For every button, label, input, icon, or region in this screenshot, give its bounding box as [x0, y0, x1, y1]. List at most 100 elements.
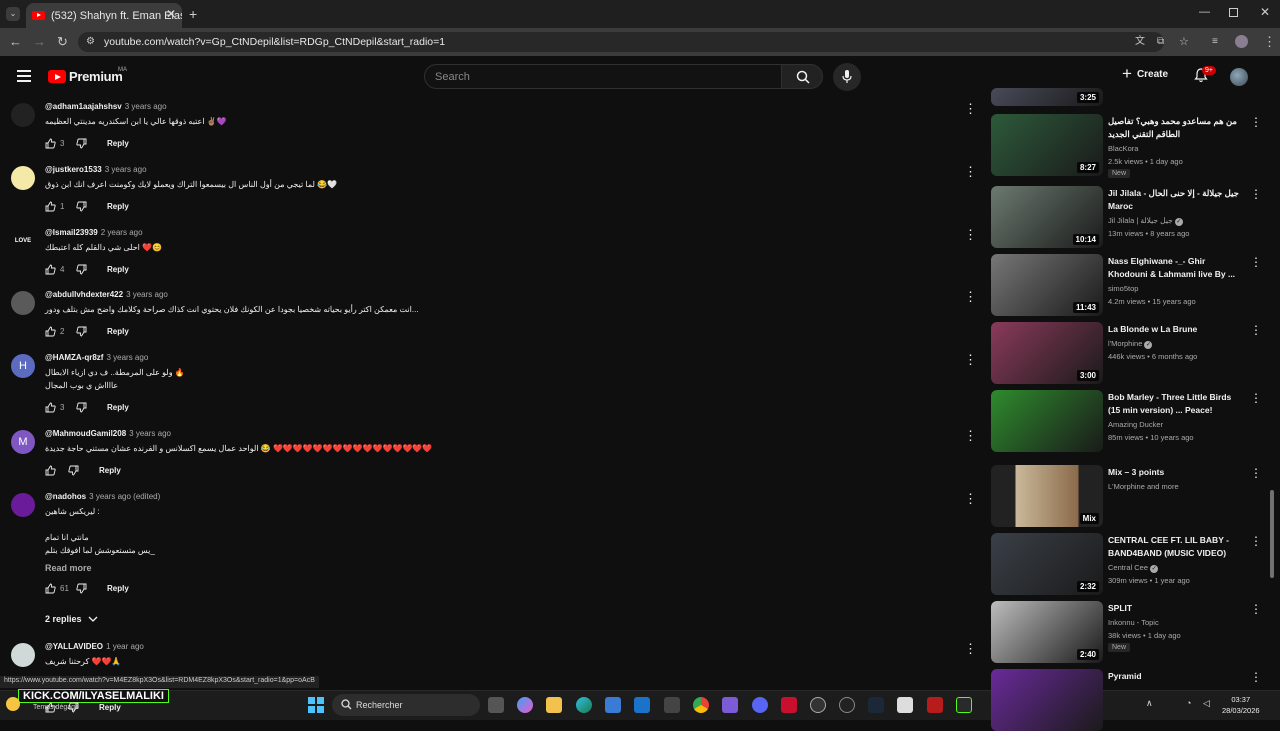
reply-button[interactable]: Reply — [107, 139, 129, 148]
video-more-icon[interactable]: ⋮ — [1250, 670, 1262, 684]
video-thumbnail[interactable]: 3:00 — [991, 322, 1103, 384]
video-title[interactable]: SPLIT — [1108, 602, 1244, 615]
comment-avatar[interactable] — [11, 493, 35, 517]
bookmark-star-icon[interactable]: ☆ — [1179, 35, 1189, 49]
browser-tab[interactable]: (532) Shahyn ft. Eman Elassi - A ✕ — [26, 3, 182, 28]
window-close-icon[interactable]: ✕ — [1260, 5, 1270, 19]
comment-more-icon[interactable]: ⋮ — [964, 492, 977, 505]
chrome-icon[interactable] — [693, 697, 709, 713]
comment-author[interactable]: @HAMZA-qr8zf 3 years ago — [45, 353, 148, 362]
forward-icon[interactable]: → — [33, 35, 46, 49]
store-icon[interactable] — [605, 697, 621, 713]
voice-search-button[interactable] — [833, 63, 861, 91]
comment-handle[interactable]: @nadohos — [45, 492, 86, 501]
comment-author[interactable]: @abdullvhdexter422 3 years ago — [45, 290, 168, 299]
channel-name[interactable]: BlacKora — [1108, 142, 1138, 155]
reply-button[interactable]: Reply — [107, 265, 129, 274]
address-bar[interactable]: youtube.com/watch?v=Gp_CtNDepil&list=RDG… — [78, 32, 1164, 52]
video-more-icon[interactable]: ⋮ — [1250, 255, 1262, 269]
comment-handle[interactable]: @abdullvhdexter422 — [45, 290, 123, 299]
reload-icon[interactable]: ↻ — [57, 35, 68, 49]
tab-close-icon[interactable]: ✕ — [166, 7, 176, 21]
video-title[interactable]: من هم مساعدو محمد وهبي؟ تفاصيل الطاقم ال… — [1108, 115, 1244, 141]
site-info-icon[interactable]: ⚙ — [86, 35, 95, 49]
copilot-icon[interactable] — [517, 697, 533, 713]
channel-name[interactable]: Inkonnu - Topic — [1108, 616, 1159, 629]
video-thumbnail[interactable]: 10:14 — [991, 186, 1103, 248]
minimize-icon[interactable]: — — [1199, 6, 1210, 18]
search-button[interactable] — [781, 64, 823, 89]
task-view-icon[interactable] — [488, 697, 504, 713]
video-title[interactable]: Bob Marley - Three Little Birds (15 min … — [1108, 391, 1244, 417]
comment-author[interactable]: @Ismail23939 2 years ago — [45, 228, 143, 237]
comment-handle[interactable]: @Ismail23939 — [45, 228, 98, 237]
youtube-premium-logo[interactable]: Premium MA — [48, 67, 127, 84]
comment-more-icon[interactable]: ⋮ — [964, 102, 977, 115]
install-icon[interactable]: ⧉ — [1157, 35, 1164, 49]
view-replies-button[interactable]: 2 replies — [45, 614, 98, 624]
app-tile-icon[interactable] — [927, 697, 943, 713]
like-icon[interactable] — [45, 465, 56, 476]
video-more-icon[interactable]: ⋮ — [1250, 323, 1262, 337]
snipping-tool-icon[interactable] — [664, 697, 680, 713]
comment-author[interactable]: @justkero1533 3 years ago — [45, 165, 147, 174]
channel-name[interactable]: Amazing Ducker — [1108, 418, 1163, 431]
media-player-icon[interactable] — [956, 697, 972, 713]
comment-more-icon[interactable]: ⋮ — [964, 228, 977, 241]
read-more-link[interactable]: Read more — [45, 563, 92, 573]
comment-avatar[interactable] — [11, 643, 35, 667]
tray-chevron-up-icon[interactable]: ∧ — [1146, 698, 1153, 709]
comment-avatar[interactable]: LOVE — [11, 229, 35, 253]
dislike-icon[interactable] — [76, 583, 87, 594]
like-icon[interactable] — [45, 702, 56, 713]
steam-icon[interactable] — [868, 697, 884, 713]
video-more-icon[interactable]: ⋮ — [1250, 602, 1262, 616]
taskbar-clock[interactable]: 03:37 28/03/2026 — [1222, 694, 1260, 716]
channel-name[interactable]: Jil Jilala | جيل جيلالة ✓ — [1108, 214, 1183, 227]
scrollbar-thumb[interactable] — [1270, 490, 1274, 578]
hamburger-menu-icon[interactable] — [17, 70, 31, 82]
video-title[interactable]: Mix – 3 points — [1108, 466, 1244, 479]
dislike-icon[interactable] — [76, 402, 87, 413]
dislike-icon[interactable] — [76, 138, 87, 149]
reading-list-icon[interactable]: ≡ — [1212, 35, 1218, 49]
edge-icon[interactable] — [576, 697, 592, 713]
video-more-icon[interactable]: ⋮ — [1250, 115, 1262, 129]
browser-menu-icon[interactable]: ⋮ — [1263, 35, 1276, 49]
video-title[interactable]: Pyramid — [1108, 670, 1244, 683]
comment-handle[interactable]: @MahmoudGamil208 — [45, 429, 126, 438]
comment-avatar[interactable] — [11, 166, 35, 190]
like-icon[interactable] — [45, 326, 56, 337]
dislike-icon[interactable] — [76, 264, 87, 275]
video-thumbnail[interactable]: 3:25 — [991, 88, 1103, 106]
comment-avatar[interactable]: M — [11, 430, 35, 454]
restore-icon[interactable] — [1229, 8, 1238, 17]
video-thumbnail[interactable]: 2:40 — [991, 601, 1103, 663]
search-input[interactable]: Search — [424, 64, 782, 89]
channel-name[interactable]: Central Cee ✓ — [1108, 561, 1159, 574]
app-icon[interactable] — [839, 697, 855, 713]
comment-more-icon[interactable]: ⋮ — [964, 353, 977, 366]
tray-network-icon[interactable]: ◔ — [1186, 698, 1191, 708]
video-more-icon[interactable]: ⋮ — [1250, 466, 1262, 480]
reply-button[interactable]: Reply — [107, 202, 129, 211]
create-button[interactable]: + Create — [1122, 65, 1168, 82]
like-icon[interactable] — [45, 201, 56, 212]
comment-handle[interactable]: @justkero1533 — [45, 165, 102, 174]
reply-button[interactable]: Reply — [99, 466, 121, 475]
comment-more-icon[interactable]: ⋮ — [964, 429, 977, 442]
video-title[interactable]: CENTRAL CEE FT. LIL BABY - BAND4BAND (MU… — [1108, 534, 1244, 560]
dislike-icon[interactable] — [76, 201, 87, 212]
discord-icon[interactable] — [752, 697, 768, 713]
taskbar-search[interactable]: Rechercher — [332, 694, 480, 716]
video-thumbnail[interactable] — [991, 669, 1103, 731]
video-thumbnail[interactable]: 2:32 — [991, 533, 1103, 595]
reply-button[interactable]: Reply — [107, 403, 129, 412]
dislike-icon[interactable] — [68, 702, 79, 713]
like-icon[interactable] — [45, 583, 56, 594]
video-more-icon[interactable]: ⋮ — [1250, 187, 1262, 201]
video-thumbnail[interactable]: 8:27 — [991, 114, 1103, 176]
like-icon[interactable] — [45, 264, 56, 275]
comment-avatar[interactable]: H — [11, 354, 35, 378]
video-title[interactable]: Nass Elghiwane -_- Ghir Khodouni & Lahma… — [1108, 255, 1244, 281]
